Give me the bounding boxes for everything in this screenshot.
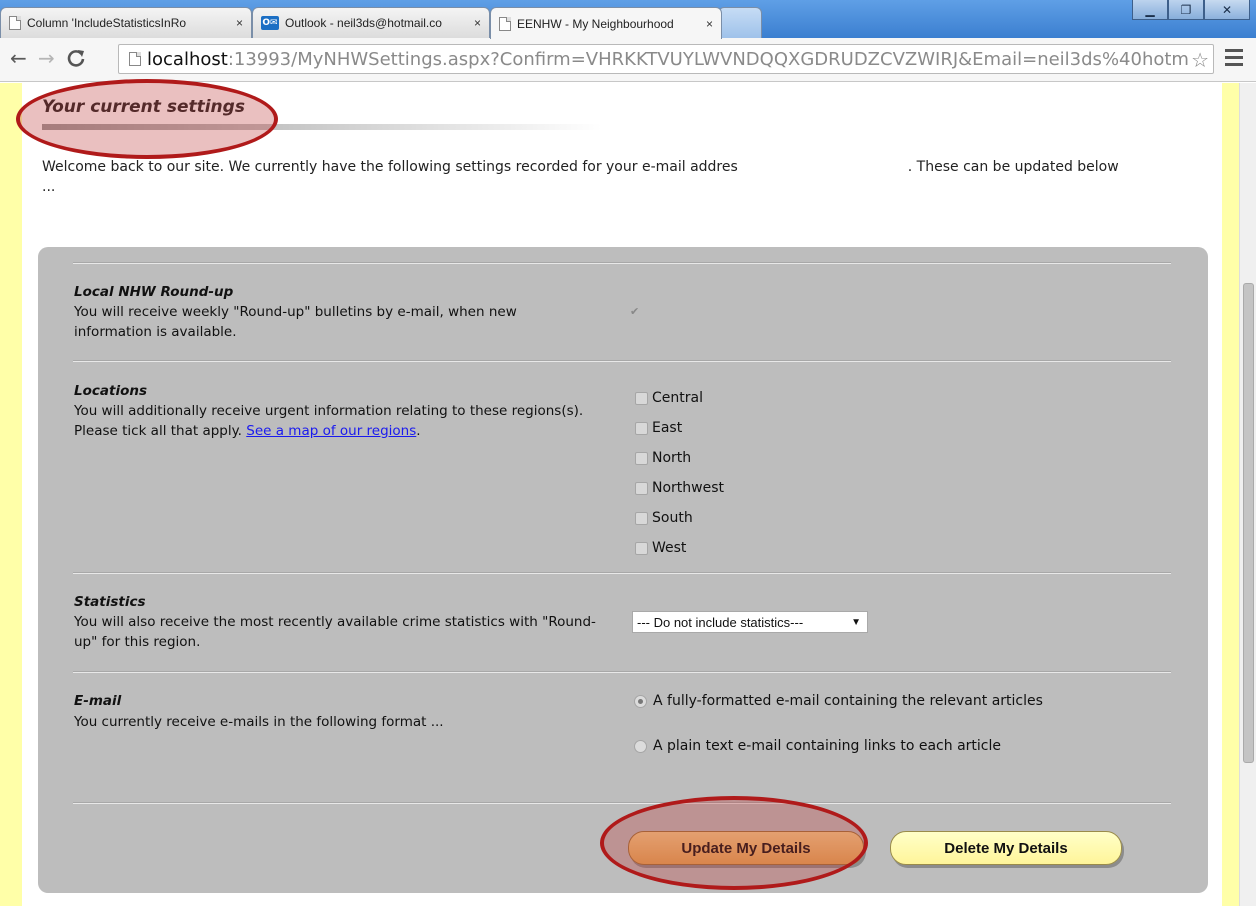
location-label: North [652, 450, 692, 466]
email-format-label: A plain text e-mail containing links to … [653, 738, 1001, 754]
regions-map-link[interactable]: See a map of our regions [246, 423, 416, 439]
email-description: You currently receive e-mails in the fol… [74, 714, 444, 730]
maximize-icon[interactable]: ❐ [1168, 0, 1204, 20]
tab-title: EENHW - My Neighbourhood [517, 16, 674, 31]
url-host: localhost [147, 48, 228, 70]
page-viewport: Your current settings Welcome back to ou… [0, 83, 1256, 906]
divider [73, 262, 1171, 264]
main-content: Your current settings Welcome back to ou… [22, 83, 1222, 906]
page-icon [499, 16, 511, 31]
location-label: Northwest [652, 480, 725, 496]
email-format-label: A fully-formatted e-mail containing the … [653, 693, 1043, 709]
statistics-select[interactable]: --- Do not include statistics--- ▼ [632, 611, 868, 633]
location-west[interactable]: West [635, 533, 724, 563]
location-central[interactable]: Central [635, 383, 724, 413]
radio-button[interactable] [634, 739, 647, 753]
roundup-title: Local NHW Round-up [74, 284, 234, 300]
statistics-selected-value: --- Do not include statistics--- [637, 614, 804, 630]
statistics-description: You will also receive the most recently … [74, 614, 596, 650]
update-details-button[interactable]: Update My Details [628, 831, 864, 865]
forward-arrow-icon[interactable]: → [38, 46, 55, 70]
statistics-title: Statistics [74, 594, 146, 610]
roundup-checkbox[interactable]: ✔ [630, 305, 639, 318]
location-checkbox[interactable] [635, 511, 648, 525]
outlook-icon: O✉ [261, 16, 279, 30]
location-label: West [652, 540, 687, 556]
divider [73, 671, 1171, 673]
location-northwest[interactable]: Northwest [635, 473, 724, 503]
bookmark-star-icon[interactable]: ☆ [1189, 48, 1209, 72]
menu-icon[interactable] [1225, 49, 1243, 70]
tab-title: Outlook - neil3ds@hotmail.co [285, 16, 442, 30]
vertical-scrollbar[interactable] [1239, 83, 1256, 906]
location-checkbox[interactable] [635, 421, 648, 435]
tab-title: Column 'IncludeStatisticsInRo [27, 16, 187, 30]
email-format-plain[interactable]: A plain text e-mail containing links to … [634, 738, 1001, 754]
divider [73, 572, 1171, 574]
location-east[interactable]: East [635, 413, 724, 443]
tab-eenhw[interactable]: EENHW - My Neighbourhood × [490, 7, 722, 39]
divider [73, 360, 1171, 362]
tab-column-include-statistics[interactable]: Column 'IncludeStatisticsInRo × [0, 7, 252, 38]
location-label: East [652, 420, 683, 436]
page-icon [129, 52, 141, 66]
location-north[interactable]: North [635, 443, 724, 473]
settings-panel: Local NHW Round-up You will receive week… [38, 247, 1208, 893]
reload-icon[interactable] [66, 46, 86, 73]
location-label: South [652, 510, 693, 526]
radio-button[interactable] [634, 694, 647, 708]
tab-close-icon[interactable]: × [706, 17, 713, 31]
address-bar[interactable]: localhost:13993/MyNHWSettings.aspx?Confi… [118, 44, 1214, 74]
location-checkbox[interactable] [635, 541, 648, 555]
welcome-text: Welcome back to our site. We currently h… [42, 159, 738, 175]
email-format-html[interactable]: A fully-formatted e-mail containing the … [634, 693, 1043, 709]
tab-close-icon[interactable]: × [474, 16, 481, 30]
back-arrow-icon[interactable]: ← [10, 46, 27, 70]
locations-text-end: . [416, 423, 421, 439]
location-checkbox[interactable] [635, 481, 648, 495]
locations-list: Central East North Northwest South West [635, 383, 724, 563]
dropdown-arrow-icon: ▼ [851, 616, 861, 628]
locations-title: Locations [74, 383, 147, 399]
delete-details-button[interactable]: Delete My Details [890, 831, 1122, 865]
locations-description: You will additionally receive urgent inf… [74, 401, 584, 441]
roundup-description: You will receive weekly "Round-up" bulle… [74, 304, 517, 340]
heading-underline [42, 124, 602, 130]
location-checkbox[interactable] [635, 391, 648, 405]
tab-outlook[interactable]: O✉ Outlook - neil3ds@hotmail.co × [252, 7, 490, 38]
scrollbar-thumb[interactable] [1243, 283, 1254, 763]
window-controls: ▁ ❐ ✕ [1132, 0, 1250, 20]
browser-toolbar: ← → localhost:13993/MyNHWSettings.aspx?C… [0, 38, 1256, 82]
email-title: E-mail [74, 693, 122, 709]
close-window-icon[interactable]: ✕ [1204, 0, 1250, 20]
location-checkbox[interactable] [635, 451, 648, 465]
location-south[interactable]: South [635, 503, 724, 533]
browser-tab-strip: Column 'IncludeStatisticsInRo × O✉ Outlo… [0, 0, 1256, 39]
location-label: Central [652, 390, 703, 406]
minimize-icon[interactable]: ▁ [1132, 0, 1168, 20]
new-tab-button[interactable] [718, 7, 762, 38]
divider [73, 802, 1171, 804]
welcome-ellipsis: ... [42, 179, 56, 195]
welcome-text-end: . These can be updated below [907, 159, 1119, 175]
page-icon [9, 16, 21, 30]
url-path: :13993/MyNHWSettings.aspx?Confirm=VHRKKT… [227, 48, 1200, 70]
tab-close-icon[interactable]: × [236, 16, 243, 30]
welcome-message: Welcome back to our site. We currently h… [42, 157, 1212, 197]
page-title: Your current settings [42, 97, 245, 117]
